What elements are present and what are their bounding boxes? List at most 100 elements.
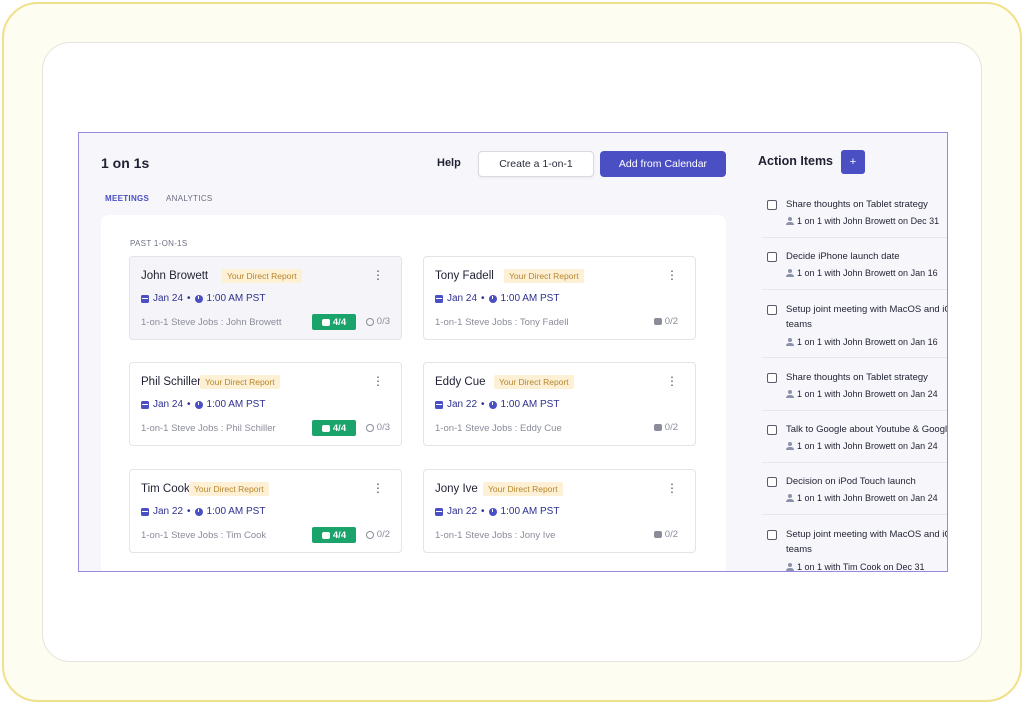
check-circle-icon xyxy=(365,530,374,539)
meeting-name: Phil Schiller xyxy=(141,376,202,388)
meeting-card[interactable]: Tim Cook Your Direct Report ⋮ Jan 22 • 1… xyxy=(129,469,402,553)
action-item-text: Setup joint meeting with MacOS and iOS xyxy=(786,304,948,315)
more-options-icon[interactable]: ⋮ xyxy=(372,482,384,494)
separator-dot: • xyxy=(481,399,485,410)
action-item-source-text: 1 on 1 with John Browett on Jan 24 xyxy=(797,493,938,503)
action-item-source: 1 on 1 with John Browett on Jan 24 xyxy=(786,493,938,503)
action-item-source: 1 on 1 with John Browett on Dec 31 xyxy=(786,216,939,226)
clock-icon xyxy=(194,400,203,409)
create-one-on-one-button[interactable]: Create a 1-on-1 xyxy=(478,151,594,177)
action-item-source: 1 on 1 with John Browett on Jan 16 xyxy=(786,268,938,278)
chat-icon xyxy=(653,318,662,325)
action-item[interactable]: Share thoughts on Tablet strategy 1 on 1… xyxy=(762,370,947,411)
talking-points-status: 0/2 xyxy=(653,422,678,433)
meeting-time: 1:00 AM PST xyxy=(206,399,266,410)
more-options-icon[interactable]: ⋮ xyxy=(372,269,384,281)
direct-report-badge: Your Direct Report xyxy=(222,269,302,283)
meeting-time: 1:00 AM PST xyxy=(206,293,266,304)
user-icon xyxy=(786,338,794,346)
help-link[interactable]: Help xyxy=(437,157,461,169)
meeting-name: Tony Fadell xyxy=(435,270,494,282)
action-item[interactable]: Decide iPhone launch date 1 on 1 with Jo… xyxy=(762,249,947,290)
calendar-icon xyxy=(141,400,149,409)
meeting-datetime: Jan 24 • 1:00 AM PST xyxy=(141,293,265,304)
action-item-text: Setup joint meeting with MacOS and iOS xyxy=(786,529,948,540)
action-item-source: 1 on 1 with Tim Cook on Dec 31 xyxy=(786,562,925,571)
meeting-name: Eddy Cue xyxy=(435,376,486,388)
action-items-count: 0/2 xyxy=(376,529,390,540)
talking-points-count: 4/4 xyxy=(332,422,347,434)
chat-icon xyxy=(321,318,330,326)
meeting-card[interactable]: Tony Fadell Your Direct Report ⋮ Jan 24 … xyxy=(423,256,696,340)
user-icon xyxy=(786,494,794,502)
separator-dot: • xyxy=(481,506,485,517)
tab-meetings[interactable]: MEETINGS xyxy=(105,194,149,203)
meeting-datetime: Jan 22 • 1:00 AM PST xyxy=(435,399,559,410)
action-item-source: 1 on 1 with John Browett on Jan 24 xyxy=(786,389,938,399)
check-circle-icon xyxy=(365,317,374,326)
chat-icon xyxy=(653,424,662,431)
talking-points-count: 0/2 xyxy=(664,529,678,540)
calendar-icon xyxy=(141,507,149,516)
action-item-text: Decide iPhone launch date xyxy=(786,251,900,262)
meeting-meta: 1-on-1 Steve Jobs : Tony Fadell xyxy=(435,317,569,328)
meeting-card[interactable]: Eddy Cue Your Direct Report ⋮ Jan 22 • 1… xyxy=(423,362,696,446)
more-options-icon[interactable]: ⋮ xyxy=(666,482,678,494)
meeting-datetime: Jan 22 • 1:00 AM PST xyxy=(141,506,265,517)
chat-icon xyxy=(321,424,330,432)
action-item-checkbox[interactable] xyxy=(767,305,777,315)
chat-icon xyxy=(321,531,330,539)
action-item-checkbox[interactable] xyxy=(767,477,777,487)
app-window: 1 on 1s Help Create a 1-on-1 Add from Ca… xyxy=(78,132,948,572)
add-action-item-button[interactable]: + xyxy=(841,150,865,174)
chat-icon xyxy=(653,531,662,538)
user-icon xyxy=(786,390,794,398)
action-item-checkbox[interactable] xyxy=(767,373,777,383)
action-item[interactable]: Decision on iPod Touch launch 1 on 1 wit… xyxy=(762,474,947,515)
meetings-panel: PAST 1-ON-1S John Browett Your Direct Re… xyxy=(101,215,726,571)
tab-analytics[interactable]: ANALYTICS xyxy=(166,194,213,203)
user-icon xyxy=(786,442,794,450)
calendar-icon xyxy=(435,400,443,409)
meeting-meta: 1-on-1 Steve Jobs : John Browett xyxy=(141,317,282,328)
meeting-card[interactable]: Jony Ive Your Direct Report ⋮ Jan 22 • 1… xyxy=(423,469,696,553)
meeting-meta: 1-on-1 Steve Jobs : Phil Schiller xyxy=(141,423,276,434)
meeting-time: 1:00 AM PST xyxy=(500,399,560,410)
action-items-count: 0/3 xyxy=(376,422,390,433)
meeting-datetime: Jan 24 • 1:00 AM PST xyxy=(141,399,265,410)
separator-dot: • xyxy=(187,293,191,304)
add-from-calendar-button[interactable]: Add from Calendar xyxy=(600,151,726,177)
section-label: PAST 1-ON-1S xyxy=(130,239,188,248)
action-item-checkbox[interactable] xyxy=(767,252,777,262)
action-item-text: Decision on iPod Touch launch xyxy=(786,476,916,487)
meeting-date: Jan 22 xyxy=(153,506,184,517)
meeting-date: Jan 24 xyxy=(153,399,184,410)
separator-dot: • xyxy=(187,506,191,517)
action-item-source: 1 on 1 with John Browett on Jan 16 xyxy=(786,337,938,347)
meeting-time: 1:00 AM PST xyxy=(206,506,266,517)
talking-points-count: 4/4 xyxy=(332,316,347,328)
talking-points-badge: 4/4 xyxy=(312,527,356,543)
action-item-checkbox[interactable] xyxy=(767,530,777,540)
meeting-card[interactable]: Phil Schiller Your Direct Report ⋮ Jan 2… xyxy=(129,362,402,446)
meeting-card[interactable]: John Browett Your Direct Report ⋮ Jan 24… xyxy=(129,256,402,340)
user-icon xyxy=(786,217,794,225)
action-item[interactable]: Share thoughts on Tablet strategy 1 on 1… xyxy=(762,197,947,238)
action-item-checkbox[interactable] xyxy=(767,425,777,435)
meeting-time: 1:00 AM PST xyxy=(500,506,560,517)
more-options-icon[interactable]: ⋮ xyxy=(372,375,384,387)
action-item[interactable]: Talk to Google about Youtube & Google Ma… xyxy=(762,422,947,463)
meeting-meta: 1-on-1 Steve Jobs : Tim Cook xyxy=(141,530,267,541)
action-item[interactable]: Setup joint meeting with MacOS and iOS t… xyxy=(762,302,948,358)
action-item-checkbox[interactable] xyxy=(767,200,777,210)
more-options-icon[interactable]: ⋮ xyxy=(666,269,678,281)
meeting-name: Jony Ive xyxy=(435,483,478,495)
action-item[interactable]: Setup joint meeting with MacOS and iOS t… xyxy=(762,527,948,571)
meeting-date: Jan 22 xyxy=(447,399,478,410)
meeting-meta: 1-on-1 Steve Jobs : Jony Ive xyxy=(435,530,556,541)
action-item-source-text: 1 on 1 with John Browett on Jan 24 xyxy=(797,441,938,451)
calendar-icon xyxy=(435,507,443,516)
meeting-date: Jan 24 xyxy=(447,293,478,304)
more-options-icon[interactable]: ⋮ xyxy=(666,375,678,387)
action-item-source-text: 1 on 1 with John Browett on Jan 24 xyxy=(797,389,938,399)
